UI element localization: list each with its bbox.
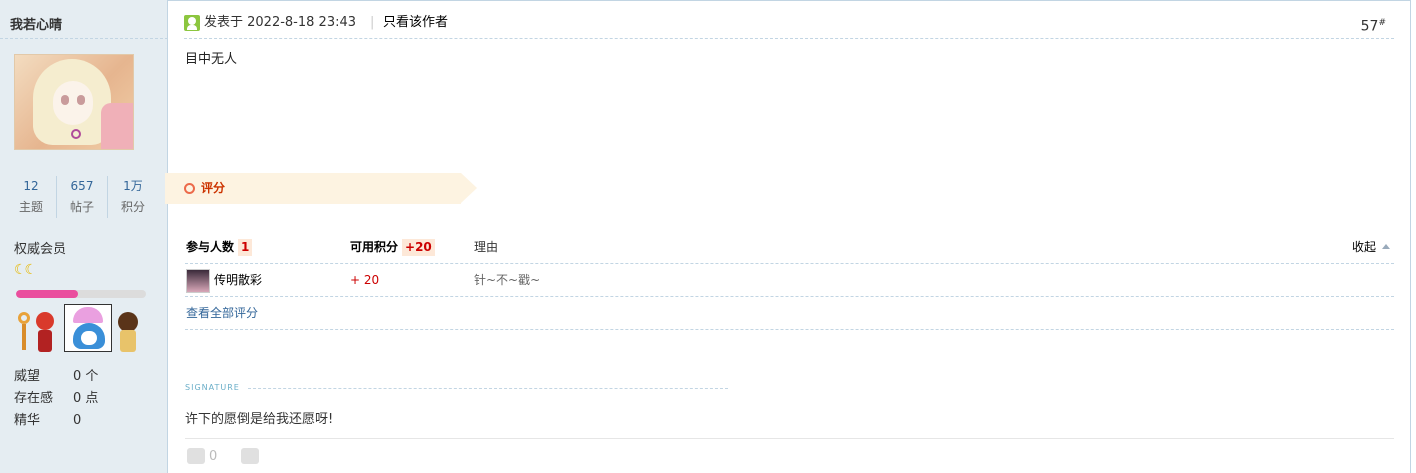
key-medal-icon[interactable] [16,312,32,352]
reason-label: 理由 [474,240,499,254]
medals [12,304,142,354]
floor-number[interactable]: 57# [1361,18,1386,35]
author-avatar[interactable] [14,54,134,150]
signature-label: SIGNATURE [185,383,240,392]
floor-value: 57 [1360,18,1379,35]
divider [185,438,1394,439]
collapse-label: 收起 [1351,240,1376,254]
info-row: 威望 0 个 [14,368,98,390]
rater-points: + 20 [350,273,380,287]
floor-mark: # [1378,18,1386,28]
participants-count: 1 [238,239,253,256]
points-label: 可用积分 +20 [350,239,435,256]
stat-label: 积分 [120,200,145,214]
info-row: 精华 0 [14,412,98,434]
post-time: 发表于 2022-8-18 23:43 [204,15,357,30]
header-separator: | [370,15,375,30]
points-text: 可用积分 [350,240,399,254]
rating-header-row: 参与人数 1 可用积分 +20 理由 收起 [185,231,1394,264]
stat-value: 1万 [123,179,143,193]
post-main: 发表于 2022-8-18 23:43 | 只看该作者 57# 目中无人 评分 … [165,0,1411,473]
collapse-triangle-icon [1382,244,1390,249]
stat-label: 主题 [18,200,43,214]
stat-threads[interactable]: 12 主题 [6,176,57,218]
info-key: 威望 [14,369,41,384]
rank-moon-icon: ☾☾ [14,262,37,278]
stat-label: 帖子 [69,200,94,214]
only-author-link[interactable]: 只看该作者 [383,14,448,32]
thumbs-down-icon[interactable] [241,448,260,464]
rater-avatar[interactable] [186,269,210,293]
divider [0,38,168,39]
rater-name[interactable]: 传明散彩 [214,272,262,289]
author-name[interactable]: 我若心晴 [10,14,62,33]
collapse-button[interactable]: 收起 [1352,239,1390,256]
rating-table: 参与人数 1 可用积分 +20 理由 收起 传明散彩 + 20 针~不~戳~ 查看全… [185,231,1394,330]
participants-label: 参与人数 1 [186,239,253,256]
online-user-icon [184,15,200,31]
stat-points[interactable]: 1万 积分 [108,176,158,218]
level-progress-fill [16,290,79,298]
rating-banner: 评分 [165,173,477,204]
rater-reason: 针~不~戳~ [474,273,541,287]
points-total: +20 [402,239,435,256]
upvote-count: 0 [209,448,218,464]
view-all-ratings-link[interactable]: 查看全部评分 [186,305,258,322]
stat-value: 657 [70,179,94,193]
stat-value: 12 [23,179,39,193]
rating-circle-icon [184,183,195,194]
lady-medal-icon[interactable] [116,312,140,352]
info-key: 存在感 [14,391,54,406]
signature-divider [248,388,728,389]
rating-row: 传明散彩 + 20 针~不~戳~ [185,264,1394,297]
participants-text: 参与人数 [186,240,235,254]
post-header: 发表于 2022-8-18 23:43 | 只看该作者 57# [184,0,1394,39]
post-content: 目中无人 [185,52,238,67]
info-value: 0 [73,413,82,428]
rating-title: 评分 [201,181,226,195]
signature-text: 许下的愿倒是给我还愿呀! [185,412,334,427]
info-value: 0 点 [73,391,99,406]
info-row: 存在感 0 点 [14,390,98,412]
level-progress-bar [16,290,146,298]
author-sidebar: 我若心晴 12 主题 657 帖子 1万 积分 权威会员 ☾☾ 威望 0 个 存… [0,0,168,473]
author-stats: 12 主题 657 帖子 1万 积分 [6,176,158,218]
red-girl-medal-icon[interactable] [34,312,56,352]
info-key: 精华 [14,413,41,428]
thumbs-up-icon[interactable] [187,448,205,464]
info-value: 0 个 [73,369,99,384]
vote-bar: 0 [187,448,260,464]
stat-posts[interactable]: 657 帖子 [57,176,108,218]
rating-footer-row: 查看全部评分 [185,297,1394,330]
user-group[interactable]: 权威会员 [14,238,66,257]
author-info: 威望 0 个 存在感 0 点 精华 0 [14,368,98,434]
penguin-medal-icon[interactable] [64,304,112,352]
